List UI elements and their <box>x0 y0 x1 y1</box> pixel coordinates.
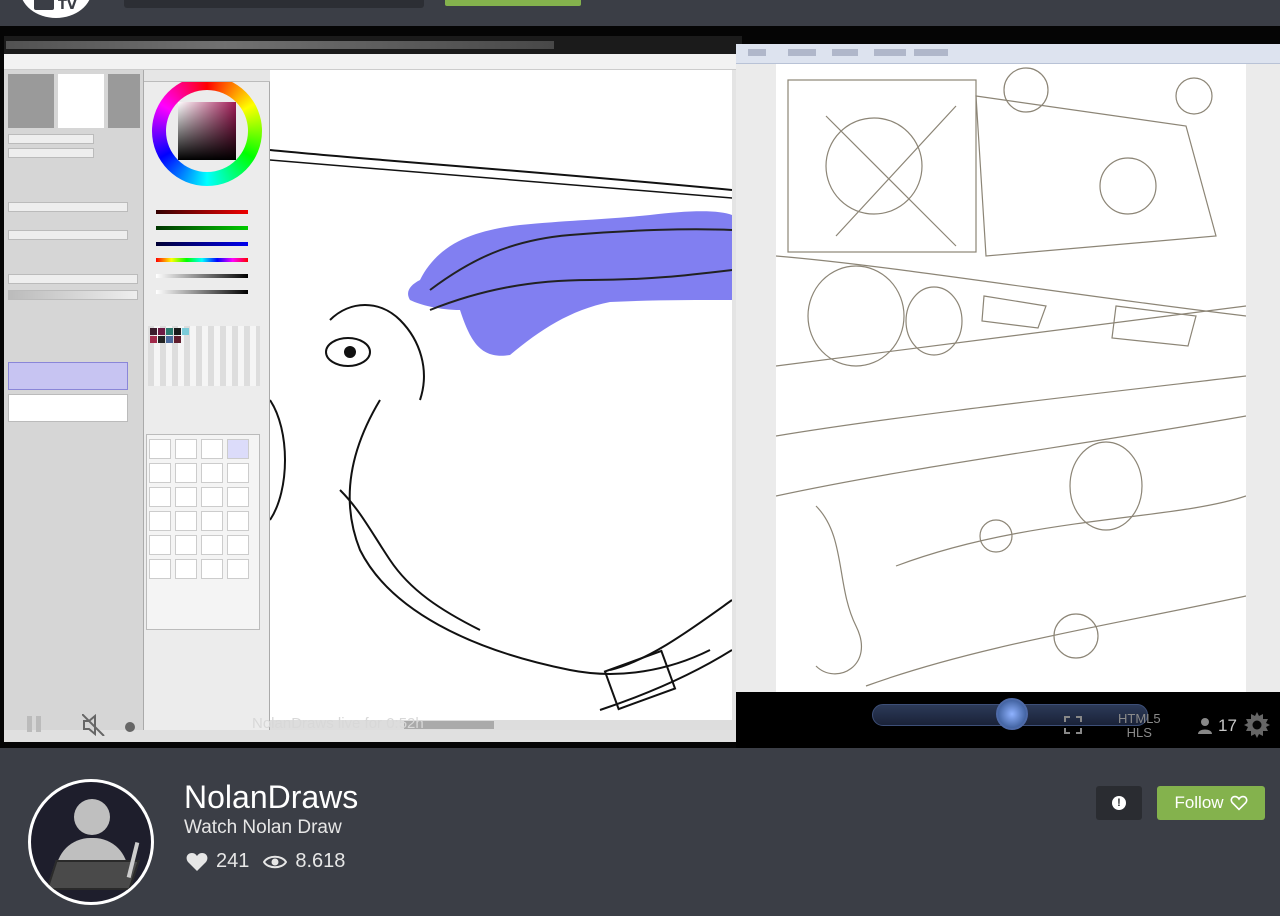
logo-text: TV <box>58 0 77 13</box>
channel-stats: 241 8.618 <box>186 850 345 873</box>
pause-icon[interactable] <box>26 714 42 739</box>
gear-icon[interactable] <box>1244 712 1270 743</box>
mute-icon[interactable] <box>81 713 106 741</box>
stream-format-label[interactable]: HTML5 HLS <box>1118 712 1161 740</box>
format-hls: HLS <box>1126 725 1152 740</box>
follow-label: Follow <box>1174 793 1224 812</box>
heart-icon <box>186 852 208 871</box>
top-navigation-bar: TV <box>0 0 1280 26</box>
viewer-count: 17 <box>1198 716 1237 736</box>
report-button[interactable]: ! <box>1096 786 1142 820</box>
capture-color-panel <box>144 70 270 730</box>
format-html5: HTML5 <box>1118 711 1161 726</box>
channel-info-section: NolanDraws Watch Nolan Draw 241 8.618 ! … <box>0 748 1280 916</box>
likes-count: 241 <box>216 850 250 872</box>
views-count: 8.618 <box>295 850 346 872</box>
video-player[interactable]: NolanDraws live for 0:52h HTML5 HLS 17 <box>0 26 1280 748</box>
stream-live-duration: NolanDraws live for 0:52h <box>252 715 424 732</box>
capture-drawing-canvas <box>270 70 732 720</box>
stream-reference-viewer <box>736 44 1280 692</box>
eye-icon <box>263 855 288 868</box>
fullscreen-icon[interactable] <box>1064 716 1082 739</box>
tv-logo-icon[interactable]: TV <box>20 0 92 18</box>
search-input[interactable] <box>124 0 424 8</box>
alert-icon: ! <box>1112 796 1126 810</box>
capture-titlebar <box>4 36 742 54</box>
avatar[interactable] <box>28 779 154 905</box>
top-action-button[interactable] <box>445 0 581 6</box>
heart-outline-icon <box>1230 795 1248 811</box>
channel-subtitle: Watch Nolan Draw <box>184 817 342 838</box>
stream-paint-app-capture <box>4 36 742 742</box>
viewer-count-value: 17 <box>1218 716 1237 735</box>
capture-menubar <box>4 54 742 70</box>
user-icon <box>1198 718 1212 734</box>
capture-left-panel <box>4 70 144 730</box>
viewer-menubar <box>736 44 1280 64</box>
volume-slider-handle[interactable] <box>124 720 136 738</box>
channel-name[interactable]: NolanDraws <box>184 779 358 816</box>
follow-button[interactable]: Follow <box>1157 786 1265 820</box>
comic-sketch-page <box>775 66 1247 692</box>
viewer-center-button <box>996 698 1028 730</box>
